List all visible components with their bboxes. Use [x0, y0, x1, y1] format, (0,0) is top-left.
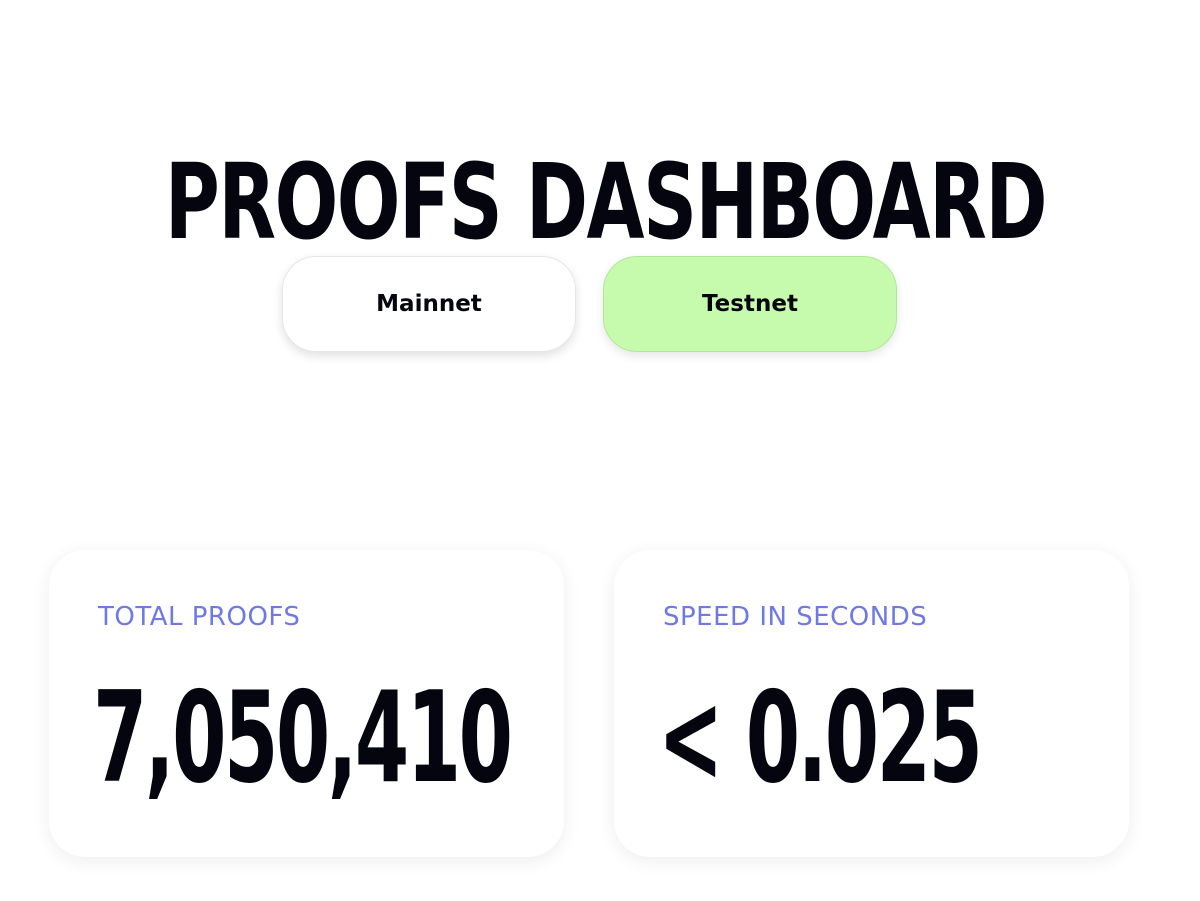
- tab-testnet[interactable]: Testnet: [603, 256, 897, 352]
- tab-mainnet-label: Mainnet: [376, 291, 482, 317]
- speed-card: SPEED IN SECONDS < 0.025: [614, 550, 1129, 857]
- speed-value: < 0.025: [658, 664, 983, 811]
- total-proofs-value: 7,050,410: [93, 664, 513, 811]
- tab-testnet-label: Testnet: [702, 291, 798, 317]
- speed-label: SPEED IN SECONDS: [663, 602, 928, 632]
- total-proofs-label: TOTAL PROOFS: [98, 602, 301, 632]
- tab-mainnet[interactable]: Mainnet: [282, 256, 576, 352]
- page-title: PROOFS DASHBOARD: [164, 140, 1048, 263]
- total-proofs-card: TOTAL PROOFS 7,050,410: [49, 550, 564, 857]
